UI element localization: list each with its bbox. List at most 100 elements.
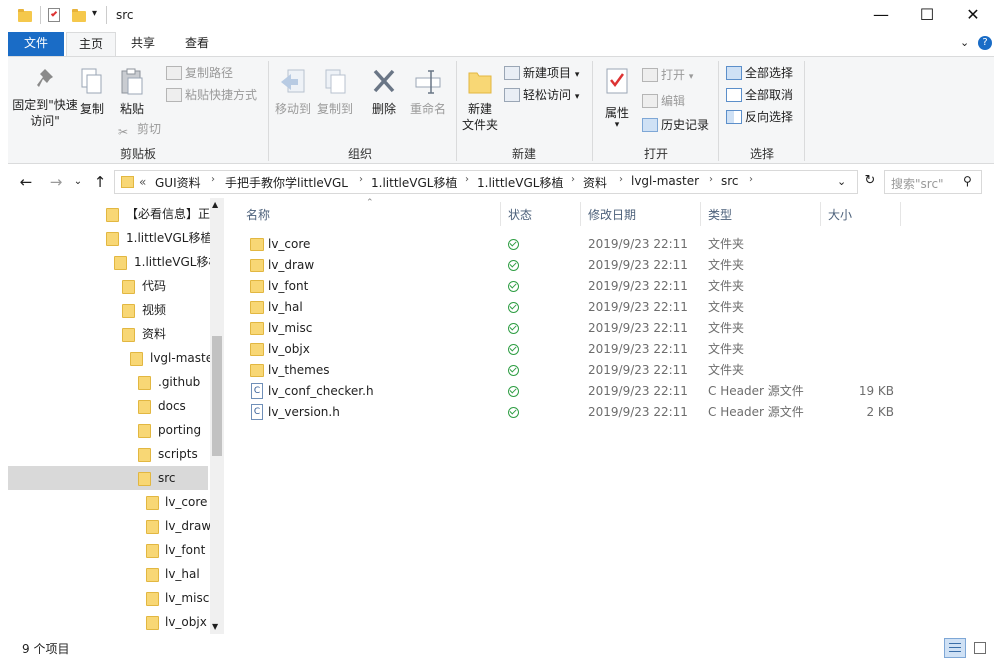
pin-quick-access-button[interactable]: 固定到"快速访问" (12, 67, 78, 129)
clipboard-group-label: 剪贴板 (119, 147, 156, 161)
breadcrumb-item[interactable]: src (721, 174, 739, 188)
file-row[interactable]: lv_core 2019/9/23 22:11 文件夹 (236, 234, 936, 255)
edit-button[interactable]: 编辑 (642, 91, 685, 111)
folder-icon (146, 544, 159, 558)
tree-item[interactable]: lv_draw (8, 514, 211, 538)
file-row[interactable]: lv_draw 2019/9/23 22:11 文件夹 (236, 255, 936, 276)
move-to-button[interactable]: 移动到 (274, 67, 312, 117)
tree-item[interactable]: lv_font (8, 538, 208, 562)
copy-button[interactable]: 复制 (76, 67, 108, 117)
new-folder-button[interactable]: 新建 文件夹 (458, 67, 502, 133)
column-header-name[interactable]: 名称 (246, 206, 270, 223)
tree-item[interactable]: lv_misc (8, 586, 209, 610)
tree-item[interactable]: 代码 (8, 274, 208, 298)
paste-shortcut-button[interactable]: 粘贴快捷方式 (166, 85, 257, 105)
select-all-button[interactable]: 全部选择 (726, 63, 793, 83)
new-item-button[interactable]: 新建项目 ▾ (504, 63, 579, 83)
folder-icon (250, 238, 264, 251)
column-divider[interactable] (580, 202, 581, 226)
search-icon: ⚲ (963, 174, 972, 188)
easy-access-button[interactable]: 轻松访问 ▾ (504, 85, 579, 105)
delete-button[interactable]: 删除 (366, 67, 402, 117)
paste-button[interactable]: 粘贴 (114, 67, 150, 117)
paste-icon (121, 68, 143, 95)
tree-item[interactable]: .github (8, 370, 208, 394)
search-input[interactable]: 搜索"src" ⚲ (884, 170, 982, 194)
cut-button[interactable]: ✂ 剪切 (118, 119, 161, 139)
file-row[interactable]: lv_misc 2019/9/23 22:11 文件夹 (236, 318, 936, 339)
forward-arrow-icon[interactable]: → (44, 168, 68, 196)
tree-item[interactable]: porting (8, 418, 208, 442)
tree-item[interactable]: docs (8, 394, 208, 418)
properties-quick-icon[interactable] (48, 8, 60, 22)
column-header-date[interactable]: 修改日期 (588, 206, 636, 223)
properties-button[interactable]: 属性 ▾ (596, 67, 638, 130)
scrollbar-thumb[interactable] (212, 336, 222, 456)
tree-item[interactable]: 资料 (8, 322, 208, 346)
select-none-button[interactable]: 全部取消 (726, 85, 793, 105)
maximize-button[interactable]: ☐ (904, 0, 950, 30)
back-arrow-icon[interactable]: ← (14, 168, 38, 196)
tree-item[interactable]: lvgl-master (8, 346, 218, 370)
new-folder-icon (468, 72, 492, 94)
scroll-down-arrow-icon[interactable]: ▼ (212, 622, 218, 631)
copy-path-button[interactable]: 复制路径 (166, 63, 233, 83)
close-button[interactable]: ✕ (950, 0, 996, 30)
recent-locations-chevron-icon[interactable]: ⌄ (66, 168, 90, 196)
quick-access-dropdown-icon[interactable]: ▾ (92, 8, 97, 19)
breadcrumb-item[interactable]: 1.littleVGL移植 (371, 174, 457, 191)
breadcrumb-item[interactable]: lvgl-master (631, 174, 699, 188)
column-header-status[interactable]: 状态 (508, 206, 532, 223)
file-row[interactable]: lv_hal 2019/9/23 22:11 文件夹 (236, 297, 936, 318)
delete-label: 删除 (371, 102, 396, 116)
minimize-button[interactable]: — (858, 0, 904, 30)
breadcrumb-item[interactable]: GUI资料 (155, 174, 201, 191)
breadcrumb-overflow-icon[interactable]: « (139, 175, 146, 189)
file-row[interactable]: C lv_conf_checker.h 2019/9/23 22:11 C He… (236, 381, 936, 402)
column-header-size[interactable]: 大小 (828, 206, 852, 223)
tab-share[interactable]: 共享 (120, 32, 166, 56)
up-arrow-icon[interactable]: ↑ (88, 168, 112, 196)
tree-item[interactable]: 1.littleVGL移植 (8, 226, 212, 250)
refresh-icon[interactable]: ↻ (860, 173, 880, 191)
tab-view[interactable]: 查看 (174, 32, 220, 56)
scroll-up-arrow-icon[interactable]: ▲ (212, 200, 218, 209)
tree-item[interactable]: 1.littleVGL移植 (8, 250, 220, 274)
address-dropdown-icon[interactable]: ⌄ (837, 175, 846, 188)
column-header-type[interactable]: 类型 (708, 206, 732, 223)
new-folder-quick-icon[interactable] (72, 9, 86, 22)
address-bar[interactable]: « GUI资料 › 手把手教你学littleVGL › 1.littleVGL移… (114, 170, 858, 194)
file-row[interactable]: lv_font 2019/9/23 22:11 文件夹 (236, 276, 936, 297)
navigation-scrollbar[interactable]: ▲ ▼ (210, 198, 224, 634)
column-divider[interactable] (500, 202, 501, 226)
tab-home[interactable]: 主页 (66, 32, 116, 56)
tree-item[interactable]: lv_hal (8, 562, 208, 586)
tab-file[interactable]: 文件 (8, 32, 64, 56)
tree-item-selected[interactable]: src (8, 466, 208, 490)
file-row[interactable]: lv_themes 2019/9/23 22:11 文件夹 (236, 360, 936, 381)
breadcrumb-item[interactable]: 1.littleVGL移植 (477, 174, 563, 191)
dropdown-caret-icon: ▾ (614, 120, 620, 130)
breadcrumb-item[interactable]: 资料 (583, 174, 607, 191)
rename-button[interactable]: 重命名 (406, 67, 450, 117)
details-view-icon[interactable] (944, 638, 966, 658)
tree-item[interactable]: 【必看信息】正 (8, 202, 210, 226)
open-button[interactable]: 打开 ▾ (642, 65, 693, 85)
column-divider[interactable] (700, 202, 701, 226)
large-icons-view-icon[interactable] (970, 638, 990, 658)
invert-selection-button[interactable]: 反向选择 (726, 107, 793, 127)
column-divider[interactable] (900, 202, 901, 226)
tree-item[interactable]: lv_core (8, 490, 208, 514)
copy-to-button[interactable]: 复制到 (316, 67, 354, 117)
tree-item[interactable]: 视频 (8, 298, 208, 322)
file-row[interactable]: C lv_version.h 2019/9/23 22:11 C Header … (236, 402, 936, 423)
column-divider[interactable] (820, 202, 821, 226)
help-icon[interactable]: ? (978, 36, 992, 50)
tree-item[interactable]: scripts (8, 442, 208, 466)
collapse-ribbon-icon[interactable]: ⌄ (960, 36, 969, 49)
file-row[interactable]: lv_objx 2019/9/23 22:11 文件夹 (236, 339, 936, 360)
breadcrumb-item[interactable]: 手把手教你学littleVGL (225, 174, 348, 191)
history-button[interactable]: 历史记录 (642, 115, 709, 135)
tree-item[interactable]: lv_objx (8, 610, 208, 634)
folder-icon (114, 256, 127, 270)
